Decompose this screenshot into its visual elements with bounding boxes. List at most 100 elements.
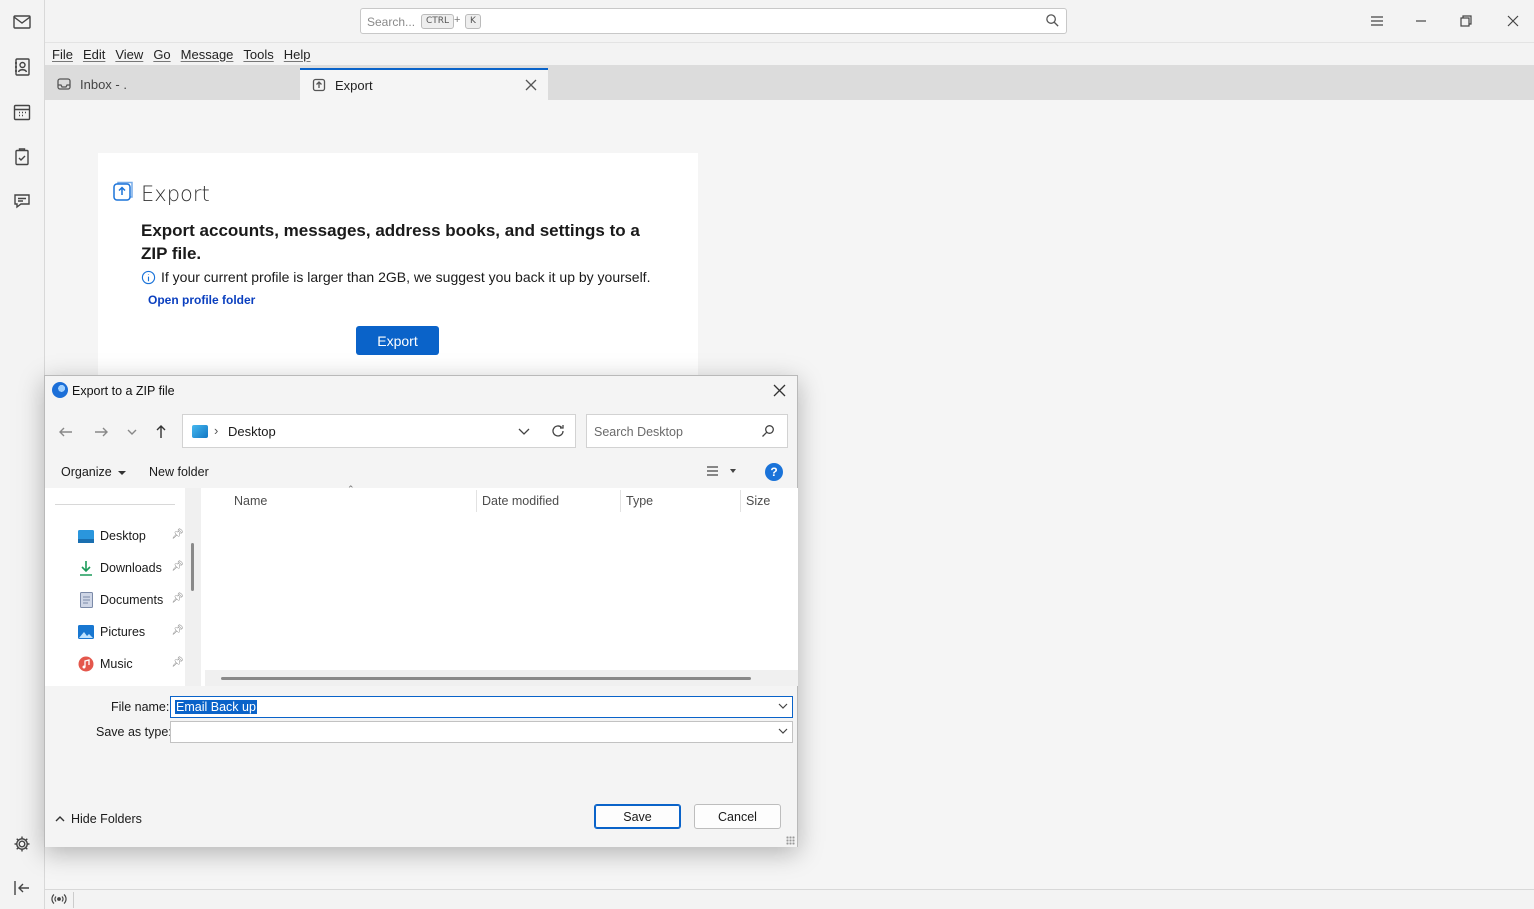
scrollbar-thumb[interactable] — [221, 677, 751, 680]
nav-pane-scrollbar[interactable] — [185, 488, 201, 686]
recent-locations-chevron-icon[interactable] — [121, 421, 143, 443]
tab-inbox-label: Inbox - . — [80, 76, 127, 92]
app-logo-icon — [52, 382, 68, 398]
cancel-button[interactable]: Cancel — [694, 804, 781, 829]
search-placeholder: Search... — [367, 15, 416, 29]
mail-icon[interactable] — [11, 11, 33, 33]
nav-item-documents[interactable]: Documents 📌︎ — [78, 590, 184, 610]
nav-item-music[interactable]: Music 📌︎ — [78, 654, 184, 674]
help-icon[interactable]: ? — [765, 463, 783, 481]
search-desktop-placeholder: Search Desktop — [594, 425, 683, 439]
menu-help[interactable]: Help — [284, 47, 311, 62]
refresh-icon[interactable] — [550, 423, 566, 442]
menu-edit[interactable]: Edit — [83, 47, 105, 62]
export-title: Export — [141, 182, 210, 206]
file-name-label: File name: — [111, 700, 170, 714]
hide-folders-button[interactable]: Hide Folders — [55, 812, 142, 826]
tasks-icon[interactable] — [11, 146, 33, 168]
dialog-title-bar: Export to a ZIP file — [45, 376, 797, 406]
resize-grip[interactable] — [786, 836, 795, 845]
scrollbar-thumb[interactable] — [191, 543, 194, 591]
pin-icon: 📌︎ — [171, 657, 184, 668]
menu-tools[interactable]: Tools — [243, 47, 273, 62]
breadcrumb-chevron-icon: › — [214, 423, 219, 438]
file-name-input[interactable]: Email Back up — [170, 696, 793, 718]
export-zip-dialog: Export to a ZIP file › Desktop Search De… — [44, 375, 798, 847]
pin-icon: 📌︎ — [171, 529, 184, 540]
save-as-type-label: Save as type: — [96, 725, 172, 739]
info-icon — [141, 270, 156, 284]
status-bar — [45, 889, 1534, 909]
restore-icon[interactable] — [1454, 10, 1478, 32]
column-date-modified[interactable]: Date modified — [482, 494, 559, 508]
menu-file[interactable]: File — [52, 47, 73, 62]
nav-item-downloads[interactable]: Downloads 📌︎ — [78, 558, 184, 578]
documents-icon — [78, 592, 94, 608]
nav-item-label: Desktop — [100, 529, 146, 543]
nav-divider — [55, 504, 175, 505]
file-list: ⌃ Name Date modified Type Size — [205, 484, 798, 686]
open-profile-folder-link[interactable]: Open profile folder — [148, 293, 255, 307]
address-dropdown-icon[interactable] — [517, 424, 531, 441]
column-type[interactable]: Type — [626, 494, 653, 508]
music-icon — [78, 656, 94, 672]
export-heading: Export accounts, messages, address books… — [141, 221, 640, 263]
chat-icon[interactable] — [11, 190, 33, 212]
export-info-text: If your current profile is larger than 2… — [161, 269, 651, 285]
save-as-type-select[interactable] — [170, 721, 793, 743]
sort-caret-icon: ⌃ — [347, 484, 355, 494]
tab-bar: Inbox - . Export — [45, 65, 1534, 100]
view-options-icon[interactable] — [705, 464, 737, 481]
spaces-toolbar — [0, 0, 45, 909]
menu-go[interactable]: Go — [153, 47, 170, 62]
save-button[interactable]: Save — [594, 804, 681, 829]
dialog-footer: Hide Folders Save Cancel — [45, 786, 797, 847]
file-list-scrollbar[interactable] — [205, 670, 798, 686]
gear-icon[interactable] — [11, 833, 33, 855]
close-window-icon[interactable] — [1501, 10, 1525, 32]
tab-export[interactable]: Export — [300, 68, 548, 100]
chevron-up-icon — [55, 816, 65, 822]
file-name-value[interactable]: Email Back up — [175, 700, 257, 714]
menu-message[interactable]: Message — [181, 47, 234, 62]
app-menu-icon[interactable] — [1365, 10, 1389, 32]
export-button[interactable]: Export — [356, 326, 439, 355]
back-arrow-icon[interactable] — [55, 421, 77, 443]
pictures-icon — [78, 624, 94, 640]
column-name[interactable]: Name — [234, 494, 267, 508]
shortcut-key: K — [465, 14, 481, 29]
address-location[interactable]: Desktop — [228, 424, 276, 439]
minimize-icon[interactable] — [1409, 10, 1433, 32]
shortcut-ctrl: CTRL — [421, 14, 455, 29]
desktop-folder-icon — [78, 528, 94, 544]
forward-arrow-icon[interactable] — [90, 421, 112, 443]
search-desktop-input[interactable]: Search Desktop — [586, 414, 788, 448]
pin-icon: 📌︎ — [171, 561, 184, 572]
global-search-input[interactable]: Search... CTRL + K — [360, 8, 1067, 34]
file-name-dropdown-icon[interactable] — [777, 700, 789, 715]
nav-item-label: Music — [100, 657, 133, 671]
new-folder-button[interactable]: New folder — [149, 465, 209, 479]
nav-item-desktop[interactable]: Desktop 📌︎ — [78, 526, 184, 546]
organize-button[interactable]: Organize — [61, 465, 127, 479]
search-icon[interactable] — [1045, 13, 1060, 31]
up-arrow-icon[interactable] — [150, 421, 172, 443]
pin-icon: 📌︎ — [171, 625, 184, 636]
close-dialog-icon[interactable] — [772, 383, 787, 401]
dialog-command-bar: Organize New folder ? — [45, 456, 797, 488]
address-bar[interactable]: › Desktop — [182, 414, 576, 448]
organize-label: Organize — [61, 465, 112, 479]
menu-view[interactable]: View — [115, 47, 143, 62]
broadcast-icon[interactable] — [50, 892, 74, 908]
calendar-icon[interactable] — [11, 101, 33, 123]
column-size[interactable]: Size — [746, 494, 770, 508]
close-tab-icon[interactable] — [523, 77, 539, 96]
search-icon[interactable] — [761, 424, 775, 441]
tab-inbox[interactable]: Inbox - . — [45, 68, 300, 100]
address-book-icon[interactable] — [11, 56, 33, 78]
collapse-icon[interactable] — [11, 877, 33, 899]
dialog-nav-row: › Desktop Search Desktop — [45, 406, 797, 456]
hide-folders-label: Hide Folders — [71, 812, 142, 826]
save-as-type-dropdown-icon[interactable] — [777, 725, 789, 740]
nav-item-pictures[interactable]: Pictures 📌︎ — [78, 622, 184, 642]
